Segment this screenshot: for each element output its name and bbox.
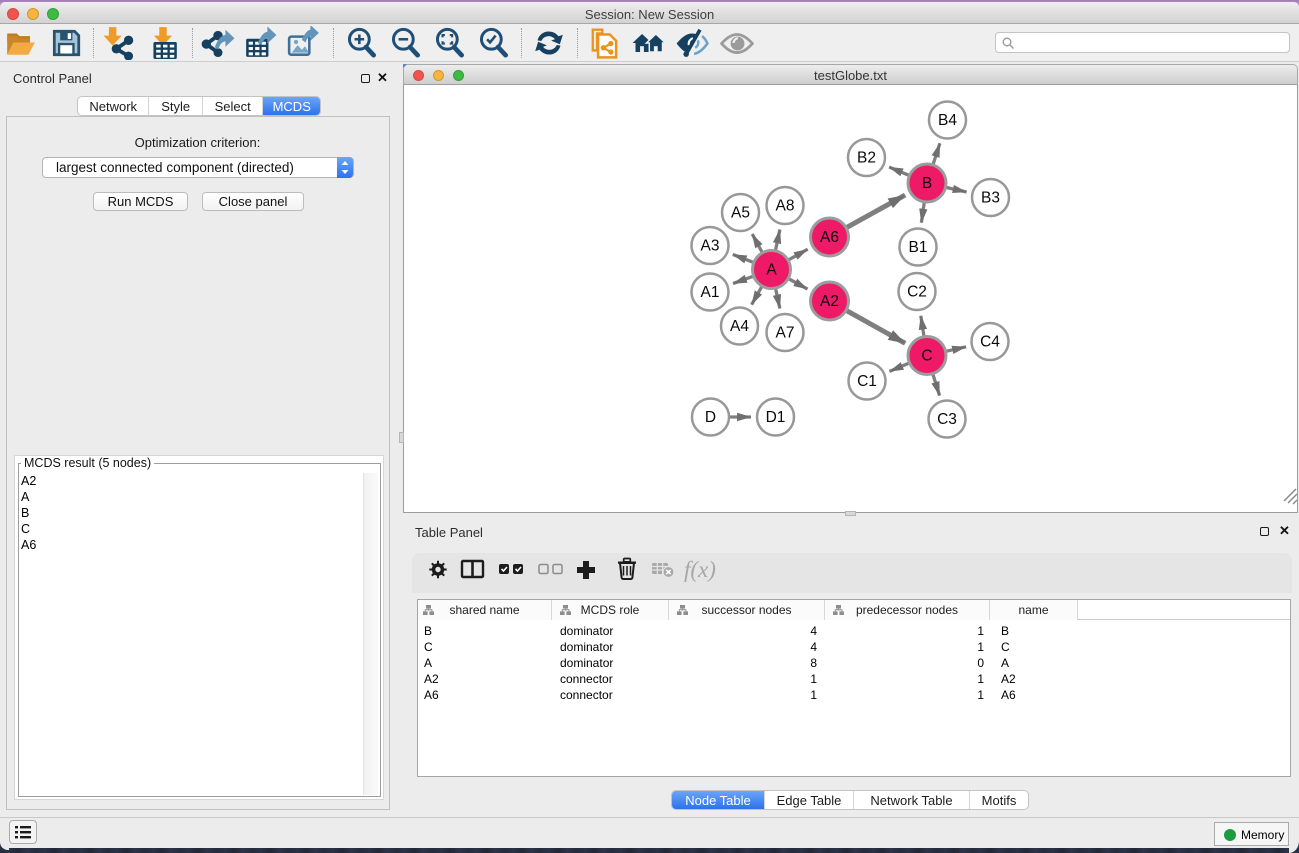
svg-text:f(x): f(x) (684, 557, 716, 582)
svg-text:A6: A6 (820, 229, 839, 246)
svg-text:D1: D1 (766, 409, 786, 426)
svg-text:C1: C1 (857, 373, 877, 390)
svg-text:A7: A7 (776, 325, 795, 342)
svg-text:B1: B1 (909, 239, 928, 256)
svg-text:A4: A4 (730, 318, 749, 335)
svg-text:B: B (922, 175, 932, 192)
svg-text:A8: A8 (776, 198, 795, 215)
svg-text:A2: A2 (820, 293, 839, 310)
svg-text:C3: C3 (937, 411, 957, 428)
svg-text:C: C (921, 348, 932, 365)
svg-text:B2: B2 (857, 150, 876, 167)
svg-text:D: D (705, 409, 716, 426)
svg-text:B3: B3 (981, 190, 1000, 207)
svg-text:A3: A3 (701, 238, 720, 255)
svg-text:A1: A1 (701, 284, 720, 301)
svg-text:A: A (766, 262, 777, 279)
svg-text:C2: C2 (907, 284, 927, 301)
svg-text:C4: C4 (980, 334, 1000, 351)
svg-text:B4: B4 (938, 112, 957, 129)
svg-text:A5: A5 (731, 205, 750, 222)
